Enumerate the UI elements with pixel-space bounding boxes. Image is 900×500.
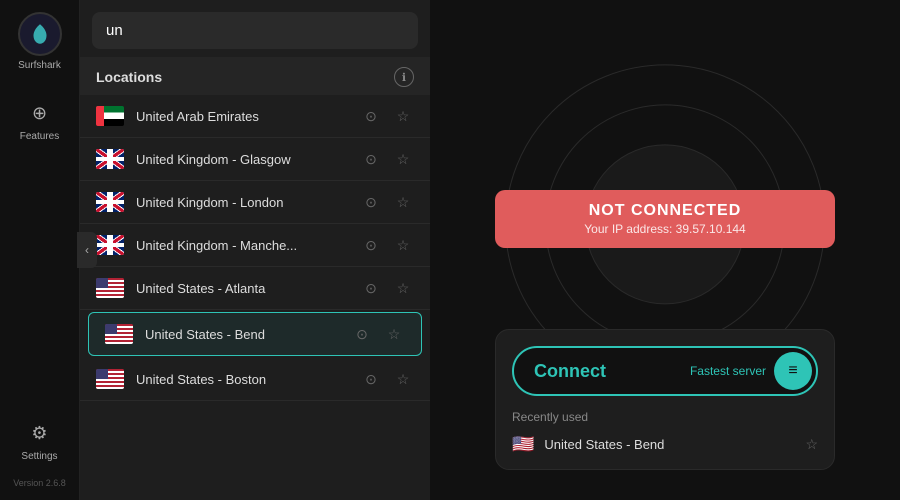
connect-card: Connect Fastest server ≡ Recently used 🇺…	[495, 329, 835, 470]
app-name-label: Surfshark	[18, 60, 61, 71]
status-bar: NOT CONNECTED Your IP address: 39.57.10.…	[495, 190, 835, 248]
flag-uk	[96, 235, 124, 255]
list-item[interactable]: United States - Boston ⊙ ☆	[80, 358, 430, 401]
recently-used-label: Recently used	[512, 410, 818, 424]
location-name: United States - Atlanta	[136, 281, 360, 296]
collapse-button[interactable]: ‹	[77, 232, 97, 268]
app-logo	[18, 12, 62, 56]
search-input[interactable]	[92, 12, 418, 49]
settings-label: Settings	[21, 451, 57, 462]
menu-button[interactable]: ≡	[774, 352, 812, 390]
list-item[interactable]: United Kingdom - Glasgow ⊙ ☆	[80, 138, 430, 181]
version-label: Version 2.6.8	[13, 478, 66, 488]
search-panel: Locations ℹ United Arab Emirates ⊙ ☆ Uni…	[80, 0, 430, 500]
settings-icon: ⚙	[25, 419, 53, 447]
recent-flag: 🇺🇸	[512, 434, 534, 455]
star-icon[interactable]: ☆	[392, 105, 414, 127]
connect-row: Connect Fastest server ≡	[512, 346, 818, 396]
flag-us	[96, 278, 124, 298]
sidebar-item-features[interactable]: ⊕ Features	[0, 91, 79, 150]
star-icon[interactable]: ☆	[392, 234, 414, 256]
flag-uae	[96, 106, 124, 126]
server-icon: ⊙	[360, 105, 382, 127]
flag-us	[96, 369, 124, 389]
star-icon[interactable]: ☆	[392, 191, 414, 213]
list-item[interactable]: United States - Atlanta ⊙ ☆	[80, 267, 430, 310]
locations-header: Locations ℹ	[80, 57, 430, 95]
info-icon-label: ℹ	[402, 71, 406, 84]
sidebar-bottom: ⚙ Settings Version 2.6.8	[13, 411, 66, 488]
connect-label[interactable]: Connect	[534, 361, 690, 382]
features-icon: ⊕	[26, 99, 54, 127]
location-name: United States - Boston	[136, 372, 360, 387]
locations-title: Locations	[96, 69, 162, 85]
search-input-wrap	[80, 0, 430, 57]
star-icon[interactable]: ☆	[392, 277, 414, 299]
server-icon: ⊙	[360, 191, 382, 213]
location-name: United States - Bend	[145, 327, 351, 342]
flag-uk	[96, 149, 124, 169]
server-icon: ⊙	[360, 148, 382, 170]
features-label: Features	[20, 131, 59, 142]
star-icon[interactable]: ☆	[383, 323, 405, 345]
recent-location-name: United States - Bend	[544, 437, 795, 452]
recent-star-icon[interactable]: ☆	[805, 436, 818, 453]
location-name: United Arab Emirates	[136, 109, 360, 124]
server-icon: ⊙	[360, 368, 382, 390]
recent-item: 🇺🇸 United States - Bend ☆	[512, 434, 818, 455]
star-icon[interactable]: ☆	[392, 368, 414, 390]
sidebar: Surfshark ⊕ Features ⚙ Settings Version …	[0, 0, 80, 500]
server-icon: ⊙	[360, 234, 382, 256]
list-item-selected[interactable]: United States - Bend ⊙ ☆	[88, 312, 422, 356]
location-name: United Kingdom - London	[136, 195, 360, 210]
list-item[interactable]: United Kingdom - London ⊙ ☆	[80, 181, 430, 224]
menu-icon: ≡	[788, 362, 797, 380]
server-icon: ⊙	[360, 277, 382, 299]
location-name: United Kingdom - Glasgow	[136, 152, 360, 167]
main-panel: NOT CONNECTED Your IP address: 39.57.10.…	[430, 0, 900, 500]
location-list: United Arab Emirates ⊙ ☆ United Kingdom …	[80, 95, 430, 401]
fastest-server-label: Fastest server	[690, 364, 766, 378]
collapse-icon: ‹	[85, 243, 89, 257]
flag-uk	[96, 192, 124, 212]
status-ip: Your IP address: 39.57.10.144	[515, 222, 815, 236]
star-icon[interactable]: ☆	[392, 148, 414, 170]
location-name: United Kingdom - Manche...	[136, 238, 360, 253]
info-icon[interactable]: ℹ	[394, 67, 414, 87]
list-item[interactable]: United Arab Emirates ⊙ ☆	[80, 95, 430, 138]
sidebar-item-settings[interactable]: ⚙ Settings	[13, 411, 66, 470]
list-item[interactable]: United Kingdom - Manche... ⊙ ☆	[80, 224, 430, 267]
status-title: NOT CONNECTED	[515, 202, 815, 220]
server-icon: ⊙	[351, 323, 373, 345]
flag-us	[105, 324, 133, 344]
